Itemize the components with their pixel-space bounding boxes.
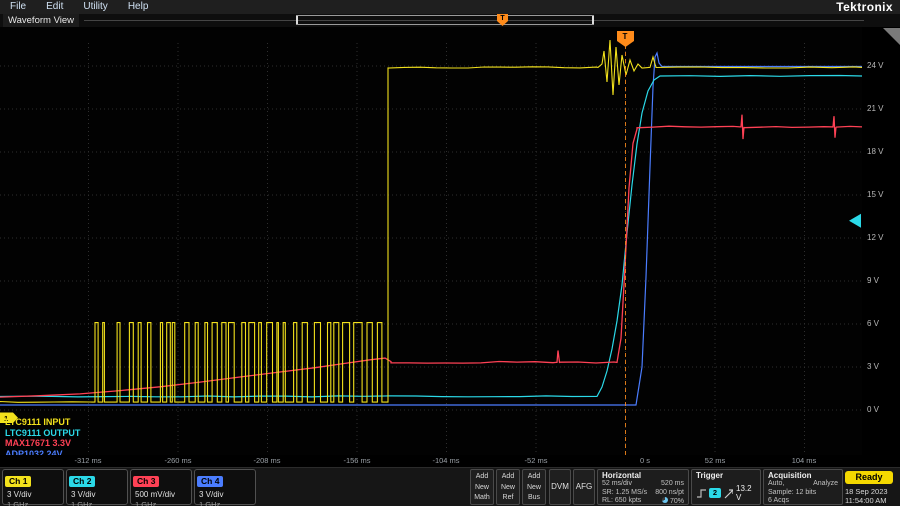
ch4-scale: 3 V/div bbox=[197, 489, 253, 500]
edge-trigger-icon bbox=[696, 488, 706, 499]
rising-slope-icon bbox=[724, 488, 733, 499]
afg-button[interactable]: AFG bbox=[573, 469, 595, 505]
ch1-ground-marker[interactable] bbox=[0, 413, 18, 424]
add-new-bus-button[interactable]: Add New Bus bbox=[522, 469, 546, 505]
dvm-button[interactable]: DVM bbox=[549, 469, 571, 505]
horizontal-sample-interval: 800 ns/pt bbox=[655, 489, 684, 498]
ch4-name-chip: Ch 4 bbox=[197, 476, 223, 487]
ch2-name-chip: Ch 2 bbox=[69, 476, 95, 487]
record-view-window[interactable]: T bbox=[296, 15, 594, 25]
menu-help[interactable]: Help bbox=[118, 0, 159, 14]
corner-expand-handle[interactable] bbox=[883, 28, 900, 45]
view-strip: Waveform View T bbox=[0, 14, 900, 27]
x-label: 104 ms bbox=[792, 456, 817, 465]
ch1-scale: 3 V/div bbox=[5, 489, 61, 500]
add-math-line2: New bbox=[471, 483, 493, 494]
horizontal-scale: 52 ms/div bbox=[602, 480, 632, 489]
horizontal-record-length: RL: 650 kpts bbox=[602, 497, 641, 506]
record-window-left-handle[interactable] bbox=[296, 16, 298, 24]
datetime-display: 18 Sep 2023 11:54:00 AM bbox=[845, 487, 888, 505]
y-label: 3 V bbox=[867, 362, 879, 372]
menu-bar: File Edit Utility Help Tektronix bbox=[0, 0, 900, 14]
trigger-badge[interactable]: Trigger 2 13.2 V bbox=[691, 469, 761, 505]
record-trigger-marker[interactable]: T bbox=[497, 14, 508, 26]
tab-waveform-view[interactable]: Waveform View bbox=[3, 14, 79, 27]
add-ref-line2: New bbox=[497, 483, 519, 494]
add-bus-line3: Bus bbox=[523, 493, 545, 504]
menu-file[interactable]: File bbox=[0, 0, 36, 14]
acquisition-analyze: Analyze bbox=[813, 480, 838, 489]
horizontal-window: 520 ms bbox=[661, 480, 684, 489]
trigger-level-arrow[interactable] bbox=[849, 214, 861, 228]
x-label: -52 ms bbox=[525, 456, 548, 465]
trigger-source-chip: 2 bbox=[709, 488, 720, 498]
ch3-scale: 500 mV/div bbox=[133, 489, 189, 500]
x-label: -312 ms bbox=[74, 456, 101, 465]
add-new-math-button[interactable]: Add New Math bbox=[470, 469, 494, 505]
ch1-name-chip: Ch 1 bbox=[5, 476, 31, 487]
record-window-right-handle[interactable] bbox=[592, 16, 594, 24]
tektronix-logo: Tektronix bbox=[836, 0, 893, 14]
trigger-level-value: 13.2 V bbox=[736, 484, 756, 502]
horizontal-position: 70% bbox=[662, 497, 684, 506]
x-label: -208 ms bbox=[253, 456, 280, 465]
ch1-ground-marker-label: 1 bbox=[4, 414, 8, 423]
horizontal-sample-rate: SR: 1.25 MS/s bbox=[602, 489, 647, 498]
y-label: 15 V bbox=[867, 190, 883, 200]
ch3-name-chip: Ch 3 bbox=[133, 476, 159, 487]
horizontal-badge[interactable]: Horizontal 52 ms/div 520 ms SR: 1.25 MS/… bbox=[597, 469, 689, 505]
badge-ch1[interactable]: Ch 1 3 V/div 1 GHz bbox=[2, 469, 64, 505]
horizontal-title: Horizontal bbox=[602, 471, 684, 480]
acquisition-mode: Auto, bbox=[768, 480, 784, 489]
ch2-bandwidth: 1 GHz bbox=[69, 500, 125, 506]
waveform-display[interactable]: T 1 LTC9111 INPUT LTC9111 OUTPUT MAX1767… bbox=[0, 27, 862, 455]
acquisition-title: Acquisition bbox=[768, 471, 838, 480]
y-label: 12 V bbox=[867, 233, 883, 243]
horizontal-axis: -312 ms -260 ms -208 ms -156 ms -104 ms … bbox=[0, 455, 862, 467]
ch1-bandwidth: 1 GHz bbox=[5, 500, 61, 506]
add-ref-line1: Add bbox=[497, 472, 519, 483]
y-label: 6 V bbox=[867, 319, 879, 329]
oscilloscope-screen: File Edit Utility Help Tektronix Wavefor… bbox=[0, 0, 900, 506]
add-new-ref-button[interactable]: Add New Ref bbox=[496, 469, 520, 505]
x-label: 52 ms bbox=[705, 456, 725, 465]
time-value: 11:54:00 AM bbox=[845, 496, 888, 505]
ch2-scale: 3 V/div bbox=[69, 489, 125, 500]
badge-ch4[interactable]: Ch 4 3 V/div 1 GHz bbox=[194, 469, 256, 505]
add-math-line3: Math bbox=[471, 493, 493, 504]
ch3-bandwidth: 1 GHz bbox=[133, 500, 189, 506]
add-ref-line3: Ref bbox=[497, 493, 519, 504]
date-value: 18 Sep 2023 bbox=[845, 487, 888, 496]
position-indicator-icon bbox=[662, 497, 668, 503]
add-bus-line2: New bbox=[523, 483, 545, 494]
x-label: -156 ms bbox=[343, 456, 370, 465]
badge-ch2[interactable]: Ch 2 3 V/div 1 GHz bbox=[66, 469, 128, 505]
trigger-title: Trigger bbox=[696, 471, 756, 480]
badge-bar: Ch 1 3 V/div 1 GHz Ch 2 3 V/div 1 GHz Ch… bbox=[0, 467, 900, 506]
ready-status-badge: Ready bbox=[845, 471, 893, 484]
acquisition-sample: Sample: 12 bits bbox=[768, 489, 816, 498]
y-label: 0 V bbox=[867, 405, 879, 415]
trigger-marker-label: T bbox=[623, 32, 628, 41]
x-label: -104 ms bbox=[432, 456, 459, 465]
badge-ch3[interactable]: Ch 3 500 mV/div 1 GHz bbox=[130, 469, 192, 505]
menu-utility[interactable]: Utility bbox=[73, 0, 117, 14]
trace-ch1-ltc9111-input bbox=[0, 40, 862, 402]
ch4-bandwidth: 1 GHz bbox=[197, 500, 253, 506]
vertical-scale-labels: 24 V 21 V 18 V 15 V 12 V 9 V 6 V 3 V 0 V bbox=[862, 27, 900, 455]
x-label: -260 ms bbox=[164, 456, 191, 465]
y-label: 21 V bbox=[867, 104, 883, 114]
add-math-line1: Add bbox=[471, 472, 493, 483]
menu-edit[interactable]: Edit bbox=[36, 0, 73, 14]
y-label: 24 V bbox=[867, 61, 883, 71]
acquisition-badge[interactable]: Acquisition Auto, Analyze Sample: 12 bit… bbox=[763, 469, 843, 505]
y-label: 18 V bbox=[867, 147, 883, 157]
y-label: 9 V bbox=[867, 276, 879, 286]
waveform-svg: T 1 bbox=[0, 27, 862, 455]
acquisition-count: 6 Acqs bbox=[768, 497, 789, 506]
x-label: 0 s bbox=[640, 456, 650, 465]
add-bus-line1: Add bbox=[523, 472, 545, 483]
